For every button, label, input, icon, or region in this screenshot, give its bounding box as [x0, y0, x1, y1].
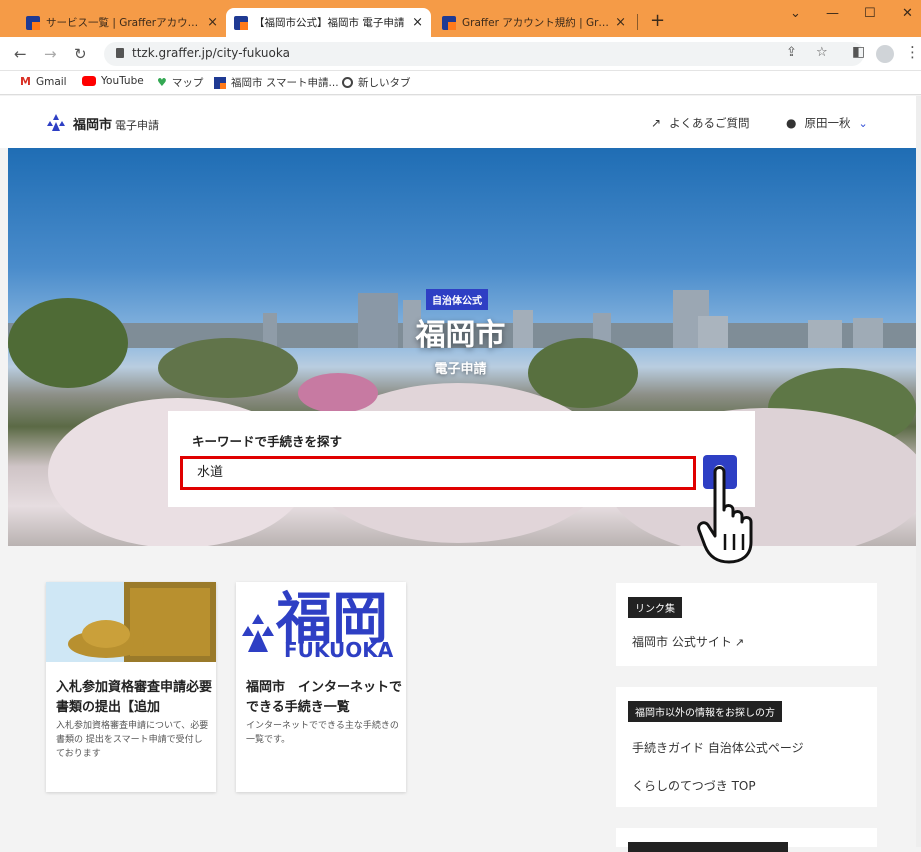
- official-badge: 自治体公式: [426, 289, 488, 310]
- card-description: 入札参加資格審査申請について、必要書類の 提出をスマート申請で受付しております: [56, 721, 209, 759]
- maps-icon: ♥: [157, 76, 167, 89]
- user-name: 原田一秋: [804, 116, 851, 130]
- kebab-menu-icon[interactable]: ⋮: [905, 43, 920, 61]
- bookmarks-bar: M Gmail YouTube ♥ マップ 福岡市 スマート申請... 新しいタ…: [0, 71, 921, 95]
- gmail-icon: M: [20, 75, 31, 88]
- back-arrow-icon[interactable]: ←: [14, 45, 27, 63]
- bookmark-label: 新しいタブ: [358, 77, 411, 89]
- chevron-down-icon: ⌄: [858, 116, 868, 130]
- graffer-favicon-icon: [26, 15, 40, 30]
- search-card: キーワードで手続きを探す 水道: [168, 411, 755, 507]
- faq-label: よくあるご質問: [669, 116, 750, 130]
- bookmark-fukuoka-smart[interactable]: 福岡市 スマート申請...: [214, 75, 339, 90]
- tab-service-list[interactable]: サービス一覧 | Grafferアカウント ×: [18, 8, 226, 37]
- card-image-romaji: FUKUOKA: [284, 638, 394, 662]
- brand-name: 福岡市: [73, 118, 113, 133]
- bookmark-label: YouTube: [101, 75, 144, 87]
- tab-fukuoka-e-application[interactable]: 【福岡市公式】福岡市 電子申請 ×: [226, 8, 431, 37]
- card-title: 入札参加資格審査申請必要書類の提出【追加: [56, 680, 213, 715]
- kurashi-link[interactable]: くらしのてつづき TOP: [632, 777, 756, 794]
- new-tab-button[interactable]: +: [650, 10, 665, 31]
- bookmark-label: Gmail: [35, 75, 67, 88]
- bookmark-new-tab[interactable]: 新しいタブ: [342, 75, 411, 90]
- site-header: 福岡市 電子申請 ↗ よくあるご質問 ● 原田一秋 ⌄: [0, 96, 921, 148]
- tab-title: 【福岡市公式】福岡市 電子申請: [254, 17, 405, 29]
- bookmark-label: マップ: [171, 77, 204, 89]
- tab-title: Graffer アカウント規約 | Graffer, Inc.: [462, 17, 609, 29]
- procedure-card[interactable]: 入札参加資格審査申請必要書類の提出【追加 入札参加資格審査申請について、必要書類…: [46, 582, 216, 792]
- star-bookmark-icon[interactable]: ☆: [816, 45, 828, 60]
- fukuoka-city-logo-icon[interactable]: [44, 114, 68, 132]
- side-panel-icon[interactable]: ◧: [852, 44, 865, 60]
- page-scrollbar[interactable]: [916, 96, 921, 847]
- bookmark-gmail[interactable]: M Gmail: [20, 75, 67, 88]
- graffer-icon: [214, 76, 226, 89]
- tab-close-icon[interactable]: ×: [615, 15, 626, 30]
- search-label: キーワードで手続きを探す: [192, 434, 343, 449]
- pink-blossom-image: [298, 373, 378, 413]
- faq-link[interactable]: ↗ よくあるご質問: [651, 115, 750, 131]
- brand-subtitle: 電子申請: [115, 119, 160, 132]
- tab-separator: [637, 14, 638, 30]
- graffer-favicon-icon: [442, 15, 456, 30]
- graffer-favicon-icon: [234, 15, 248, 30]
- globe-icon: [342, 77, 353, 88]
- extra-panel: [616, 828, 877, 852]
- links-panel: リンク集 福岡市 公式サイト ↗: [616, 583, 877, 666]
- external-link-icon: ↗: [734, 636, 745, 649]
- profile-avatar-icon[interactable]: [876, 45, 894, 63]
- panel-tag: [628, 842, 788, 852]
- bookmark-maps[interactable]: ♥ マップ: [157, 75, 203, 90]
- tab-account-terms[interactable]: Graffer アカウント規約 | Graffer, Inc. ×: [434, 8, 634, 37]
- hand-pointer-cursor-icon: [697, 466, 753, 564]
- hero-subtitle: 電子申請: [434, 362, 487, 377]
- url-field[interactable]: ttzk.graffer.jp/city-fukuoka ⇪ ☆: [104, 42, 864, 66]
- bookmark-label: 福岡市 スマート申請...: [231, 77, 339, 89]
- other-info-panel: 福岡市以外の情報をお探しの方 手続きガイド 自治体公式ページ くらしのてつづき …: [616, 687, 877, 807]
- address-bar: ← → ↻ ttzk.graffer.jp/city-fukuoka ⇪ ☆ ◧…: [0, 37, 921, 71]
- official-site-link[interactable]: 福岡市 公式サイト ↗: [632, 633, 744, 650]
- maximize-icon[interactable]: ☐: [864, 6, 876, 21]
- tab-title: サービス一覧 | Grafferアカウント: [46, 17, 202, 29]
- forward-arrow-icon[interactable]: →: [44, 45, 57, 63]
- card-title: 福岡市 インターネットでできる手続き一覧: [246, 680, 403, 715]
- chevron-down-icon[interactable]: ⌄: [790, 6, 801, 21]
- tab-close-icon[interactable]: ×: [412, 15, 423, 30]
- procedure-guide-link[interactable]: 手続きガイド 自治体公式ページ: [632, 739, 804, 756]
- user-menu[interactable]: ● 原田一秋 ⌄: [786, 115, 868, 131]
- hero-title: 福岡市: [415, 318, 506, 353]
- links-tag: リンク集: [628, 597, 682, 618]
- external-link-icon: ↗: [651, 116, 662, 130]
- site-brand[interactable]: 福岡市 電子申請: [73, 114, 159, 133]
- fukuoka-city-logo-icon: [242, 614, 274, 652]
- fukuoka-logo-image: 福岡 FUKUOKA: [236, 582, 406, 662]
- other-info-tag: 福岡市以外の情報をお探しの方: [628, 701, 782, 722]
- user-icon: ●: [786, 116, 797, 130]
- procedure-card[interactable]: 福岡 FUKUOKA 福岡市 インターネットでできる手続き一覧 インターネットで…: [236, 582, 406, 792]
- youtube-icon: [82, 76, 96, 86]
- url-text: ttzk.graffer.jp/city-fukuoka: [132, 46, 290, 60]
- close-window-icon[interactable]: ✕: [902, 6, 913, 21]
- share-icon[interactable]: ⇪: [786, 45, 797, 60]
- link-label: 福岡市 公式サイト: [632, 635, 732, 649]
- card-description: インターネットでできる主な手続きの一覧です。: [246, 721, 399, 745]
- reload-icon[interactable]: ↻: [74, 45, 87, 63]
- gold-seal-image: [46, 582, 216, 662]
- search-input[interactable]: 水道: [180, 456, 696, 490]
- bookmark-youtube[interactable]: YouTube: [82, 75, 144, 87]
- tab-close-icon[interactable]: ×: [207, 15, 218, 30]
- minimize-icon[interactable]: —: [826, 6, 839, 21]
- browser-tab-strip: サービス一覧 | Grafferアカウント × 【福岡市公式】福岡市 電子申請 …: [0, 0, 921, 37]
- lock-icon: [116, 48, 124, 58]
